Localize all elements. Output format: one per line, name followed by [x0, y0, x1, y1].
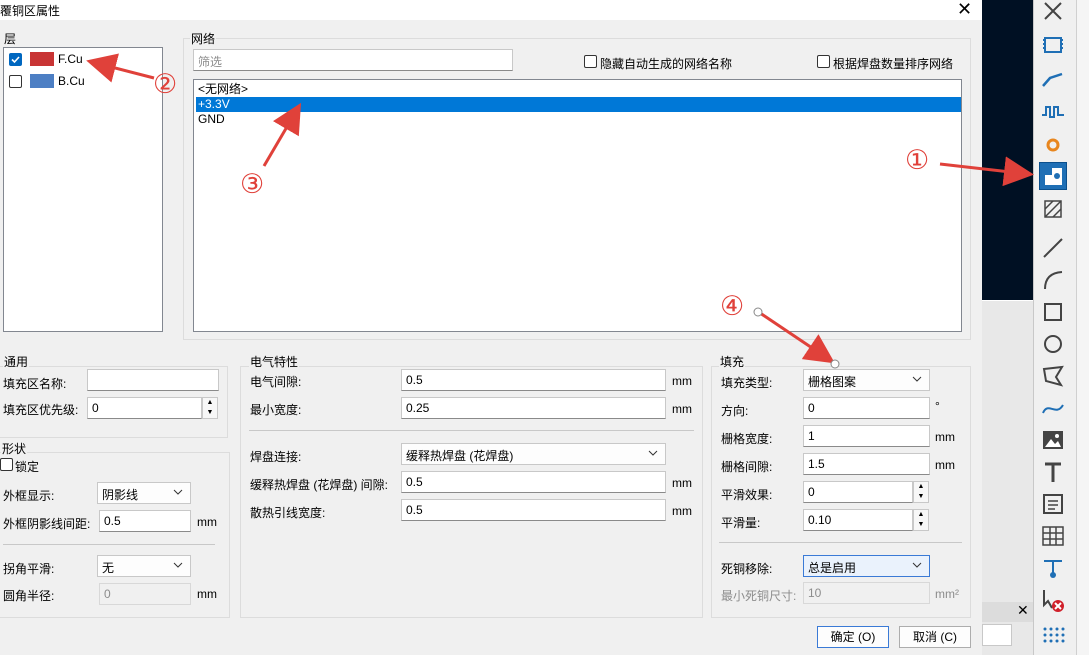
- annotation-label-2: ②: [153, 69, 178, 99]
- annotation-label-4: ④: [720, 291, 745, 321]
- annotation-label-3: ③: [240, 169, 265, 199]
- annotation-arrow-4: [759, 311, 835, 364]
- annotation-label-1: ①: [905, 145, 930, 175]
- annotation-dot-end: [830, 359, 840, 369]
- annotation-dot-start: [753, 307, 763, 317]
- annotation-arrow-3: [262, 102, 302, 167]
- annotation-arrow-2: [86, 53, 155, 83]
- annotation-arrow-1: [939, 156, 1034, 187]
